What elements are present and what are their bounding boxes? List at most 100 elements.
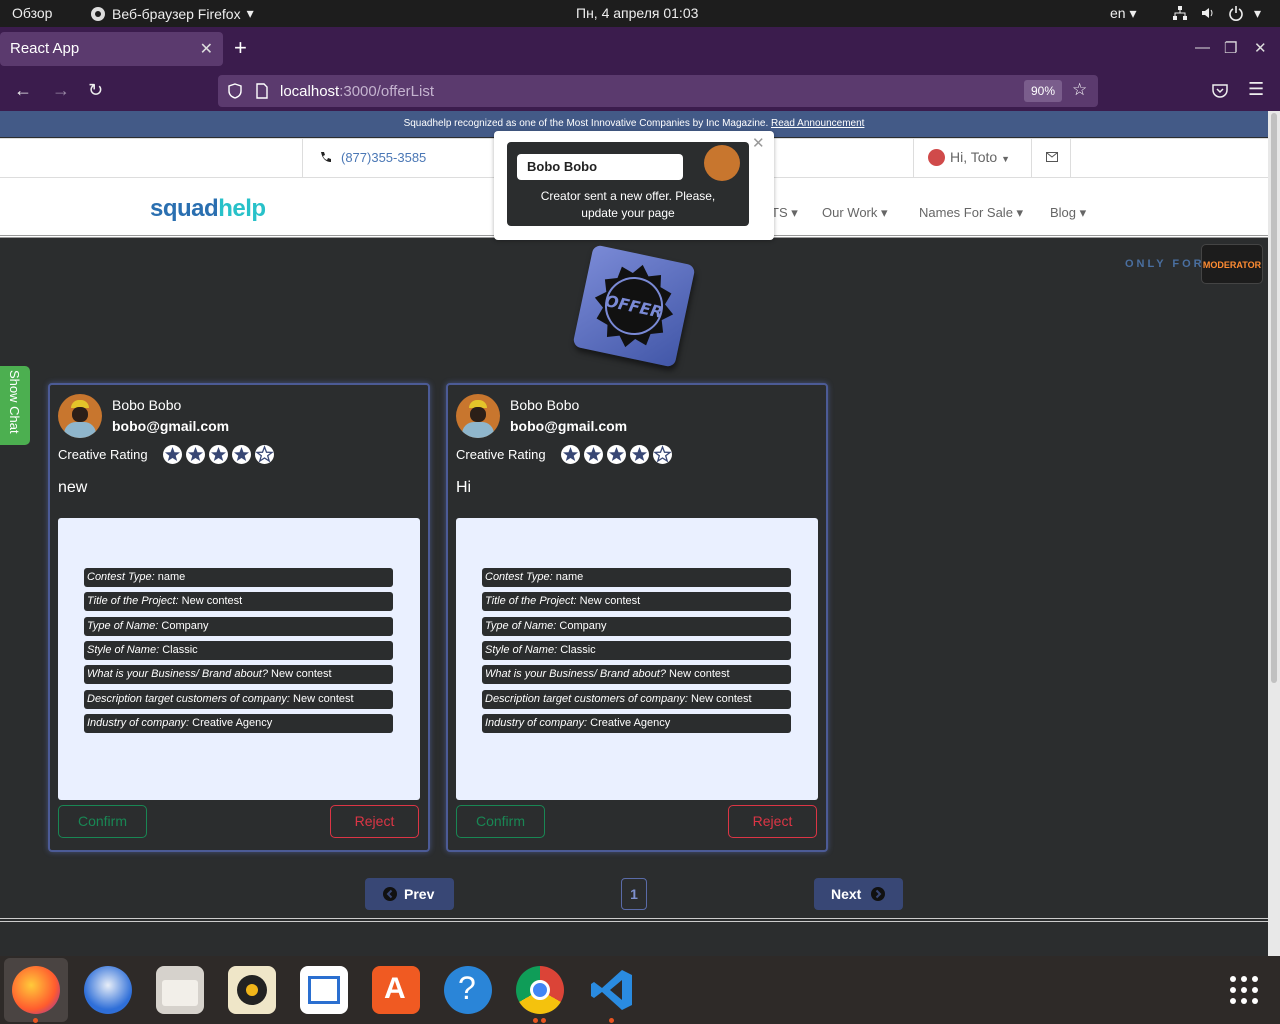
pocket-icon[interactable]: [1212, 83, 1228, 99]
detail-row: Description target customers of company:…: [482, 690, 791, 709]
language-selector[interactable]: en ▾: [1110, 5, 1137, 22]
detail-row: Contest Type: name: [482, 568, 791, 587]
detail-label: Description target customers of company:: [87, 693, 290, 705]
arrow-right-circle-icon: [871, 887, 885, 901]
bookmark-star-icon[interactable]: ☆: [1072, 80, 1087, 100]
thunderbird-icon[interactable]: [84, 966, 132, 1014]
clock[interactable]: Пн, 4 апреля 01:03: [576, 5, 698, 21]
current-page[interactable]: 1: [621, 878, 647, 910]
detail-value: Classic: [560, 644, 596, 656]
offer-seal-icon: OFFER: [594, 264, 674, 348]
detail-value: Creative Agency: [590, 717, 671, 729]
detail-value: Company: [161, 620, 209, 632]
power-icon[interactable]: [1228, 5, 1244, 21]
url-text[interactable]: localhost:3000/offerList: [280, 83, 434, 100]
prev-button[interactable]: Prev: [365, 878, 454, 910]
star-filled-icon: [561, 445, 580, 464]
contest-details: Contest Type: name Title of the Project:…: [58, 518, 420, 800]
user-menu[interactable]: Hi, Toto ▼: [913, 139, 1031, 177]
star-filled-icon: [186, 445, 205, 464]
nav-item-names-for-sale[interactable]: Names For Sale ▾: [919, 205, 1023, 221]
help-icon[interactable]: ?: [444, 966, 492, 1014]
forward-icon[interactable]: →: [52, 80, 70, 101]
notification-message-line2: update your page: [581, 206, 675, 220]
dock: A ?: [0, 956, 1280, 1024]
network-icon[interactable]: [1172, 5, 1188, 21]
app-menu[interactable]: Веб-браузер Firefox ▾: [90, 5, 254, 22]
notification-toast[interactable]: Bobo Bobo Creator sent a new offer. Plea…: [494, 131, 774, 240]
phone-icon: [321, 152, 331, 162]
reload-icon[interactable]: ↻: [88, 80, 103, 101]
app-menu-label: Веб-браузер Firefox: [112, 5, 241, 22]
maximize-icon[interactable]: ❐: [1224, 39, 1237, 57]
files-icon[interactable]: [156, 966, 204, 1014]
detail-value: name: [157, 571, 186, 583]
detail-value: New contest: [691, 693, 752, 705]
url-bar[interactable]: localhost:3000/offerList 90% ☆: [218, 75, 1098, 107]
squadhelp-logo[interactable]: squadhelp: [150, 195, 266, 223]
mail-button[interactable]: [1031, 139, 1071, 177]
back-icon[interactable]: ←: [14, 80, 32, 101]
page-scrollbar[interactable]: [1268, 111, 1280, 956]
activities-button[interactable]: Обзор: [12, 5, 52, 21]
creative-rating-label: Creative Rating: [58, 447, 148, 462]
confirm-button[interactable]: Confirm: [58, 805, 147, 838]
detail-value: New contest: [293, 693, 354, 705]
zoom-level[interactable]: 90%: [1024, 80, 1062, 102]
detail-label: Contest Type:: [485, 571, 553, 583]
offer-badge: OFFER: [572, 244, 696, 368]
show-apps-grid-icon[interactable]: [1228, 974, 1260, 1006]
scrollbar-thumb[interactable]: [1271, 113, 1277, 683]
detail-value: name: [555, 571, 584, 583]
tab-close-icon[interactable]: ✕: [200, 39, 213, 59]
reject-button[interactable]: Reject: [728, 805, 817, 838]
offer-message: new: [58, 479, 88, 496]
offer-message: Hi: [456, 479, 472, 496]
star-filled-icon: [232, 445, 251, 464]
notification-close-icon[interactable]: ✕: [752, 134, 765, 152]
shield-icon[interactable]: [228, 83, 242, 99]
system-menu-chevron-icon[interactable]: ▾: [1254, 5, 1261, 22]
detail-value: New contest: [669, 668, 730, 680]
close-window-icon[interactable]: ✕: [1254, 39, 1267, 57]
creator-avatar: [456, 394, 500, 438]
browser-tab[interactable]: React App ✕: [0, 32, 223, 66]
minimize-icon[interactable]: —: [1195, 39, 1210, 56]
tab-title: React App: [10, 40, 80, 57]
nav-item-blog[interactable]: Blog ▾: [1050, 205, 1086, 221]
nav-label: Names For Sale: [919, 205, 1013, 220]
detail-label: Description target customers of company:: [485, 693, 688, 705]
footer-divider: [0, 918, 1268, 922]
read-announcement-link[interactable]: Read Announcement: [771, 118, 864, 129]
reject-button[interactable]: Reject: [330, 805, 419, 838]
system-top-bar: Обзор Веб-браузер Firefox ▾ Пн, 4 апреля…: [0, 0, 1280, 27]
creator-email: bobo@gmail.com: [510, 418, 628, 434]
detail-row: What is your Business/ Brand about? New …: [482, 665, 791, 684]
nav-item-our-work[interactable]: Our Work ▾: [822, 205, 888, 221]
vscode-icon[interactable]: [588, 966, 636, 1014]
rhythmbox-icon[interactable]: [228, 966, 276, 1014]
detail-value: Classic: [162, 644, 198, 656]
next-button[interactable]: Next: [814, 878, 903, 910]
detail-row: Style of Name: Classic: [84, 641, 393, 660]
chevron-down-icon: ▾: [246, 5, 254, 21]
hamburger-menu-icon[interactable]: ☰: [1248, 79, 1264, 100]
detail-label: What is your Business/ Brand about?: [87, 668, 268, 680]
volume-icon[interactable]: [1200, 5, 1216, 21]
software-center-icon[interactable]: A: [372, 966, 420, 1014]
firefox-icon[interactable]: [12, 966, 60, 1014]
star-empty-icon: [255, 445, 274, 464]
chevron-down-icon: ▼: [1001, 154, 1011, 164]
show-chat-button[interactable]: Show Chat: [0, 366, 30, 445]
phone-link[interactable]: (877)355-3585: [302, 139, 437, 177]
chrome-icon[interactable]: [516, 966, 564, 1014]
writer-icon[interactable]: [300, 966, 348, 1014]
arrow-left-circle-icon: [383, 887, 397, 901]
confirm-button[interactable]: Confirm: [456, 805, 545, 838]
new-tab-button[interactable]: +: [234, 37, 247, 59]
detail-value: New contest: [181, 595, 243, 607]
page-icon[interactable]: [256, 83, 268, 99]
detail-label: Title of the Project:: [485, 595, 577, 607]
nav-item-contests[interactable]: TS ▾: [771, 205, 798, 221]
next-label: Next: [831, 886, 862, 902]
